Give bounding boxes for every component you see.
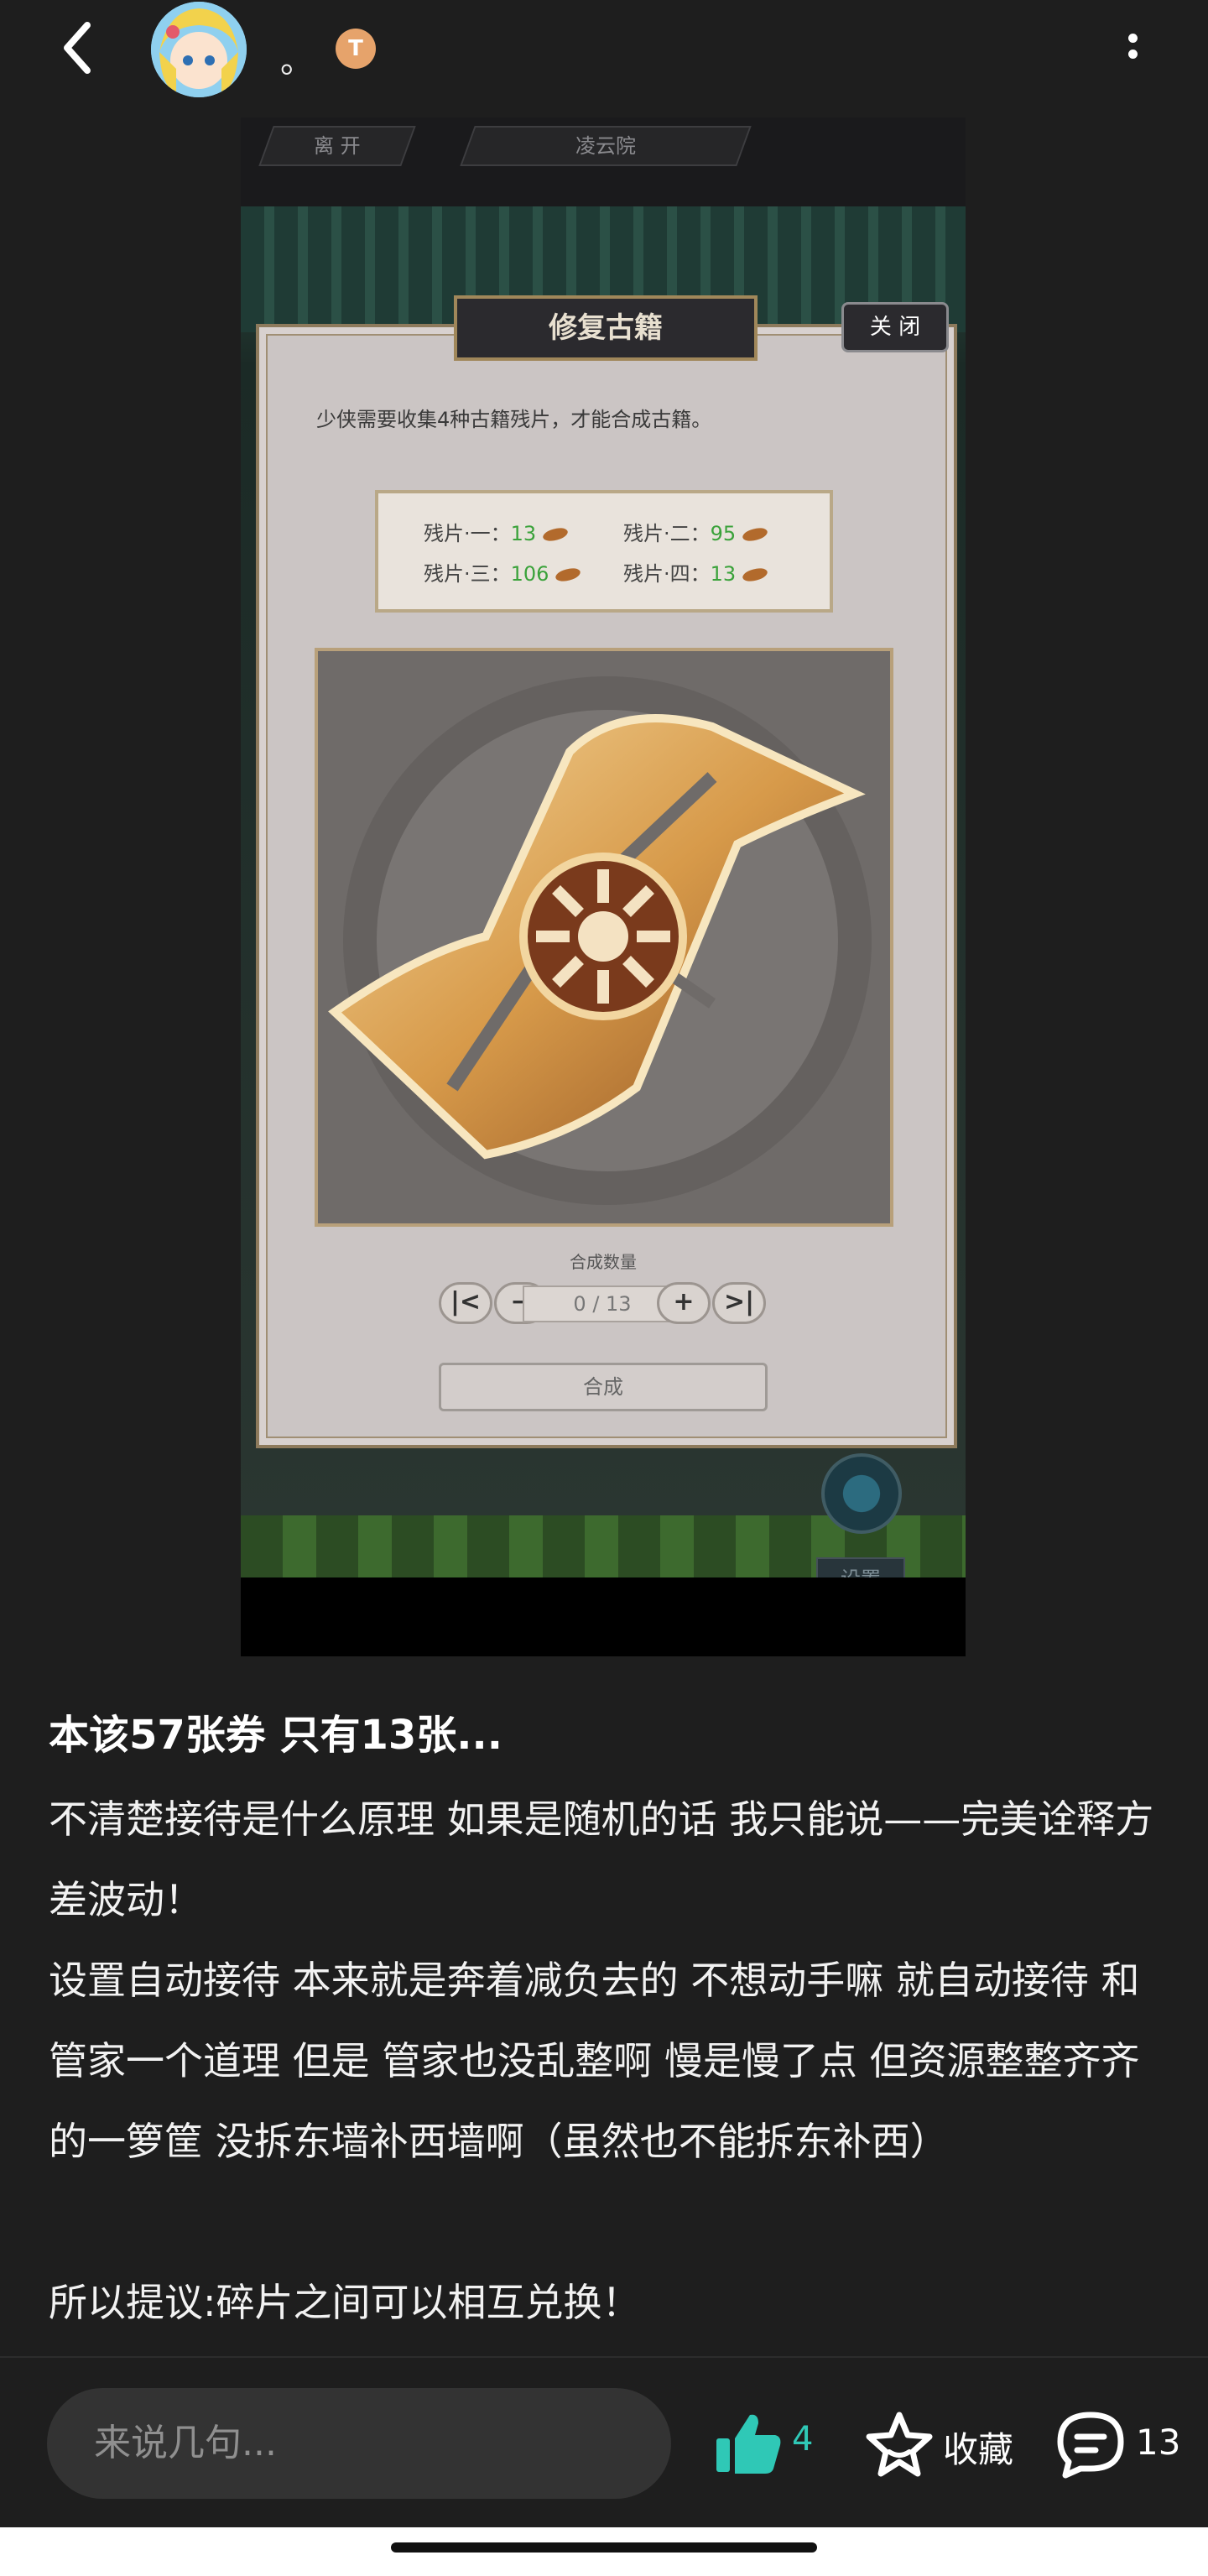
more-button[interactable]: [1116, 29, 1149, 79]
fragment-item: 残片·二：95: [623, 517, 769, 546]
avatar[interactable]: [151, 2, 247, 97]
fragment-item: 残片·四：13: [623, 557, 769, 587]
divider: [0, 2356, 1208, 2358]
back-icon: [64, 22, 91, 74]
game-min-button: |<: [439, 1282, 492, 1324]
like-button[interactable]: 4: [713, 2408, 822, 2479]
game-plus-button: +: [657, 1282, 711, 1324]
post-title: 本该57张券 只有13张...: [49, 1712, 503, 1759]
post-image[interactable]: 离 开 凌云院 修复古籍 关 闭 少侠需要收集4种古籍残片，才能合成古籍。 残片…: [241, 117, 966, 1656]
comment-count: 13: [1136, 2422, 1181, 2463]
like-count: 4: [792, 2420, 814, 2459]
fragment-icon: [741, 565, 769, 585]
panel-title: 修复古籍: [454, 295, 758, 361]
fragment-item: 残片·一：13: [424, 517, 570, 546]
username: 。: [280, 42, 314, 81]
comment-button[interactable]: 13: [1055, 2408, 1198, 2479]
fragment-icon: [554, 565, 582, 585]
fragment-item: 残片·三：106: [424, 557, 582, 587]
post-paragraph: 不清楚接待是什么原理 如果是随机的话 我只能说——完美诠释方差波动！: [49, 1796, 1154, 1922]
back-button[interactable]: [50, 18, 109, 77]
post-paragraph: 设置自动接待 本来就是奔着减负去的 不想动手嘛 就自动接待 和管家一个道理 但是…: [49, 1958, 1140, 2164]
fragment-icon: [741, 524, 769, 545]
system-nav-bar: [0, 2527, 1208, 2576]
game-craft-button: 合成: [439, 1363, 768, 1411]
game-tab-location: 凌云院: [460, 126, 752, 166]
fragment-icon: [541, 524, 570, 545]
favorite-button[interactable]: 收藏: [864, 2408, 1023, 2479]
yinyang-icon: [821, 1453, 902, 1534]
favorite-label: 收藏: [943, 2429, 1014, 2470]
panel-intro: 少侠需要收集4种古籍残片，才能合成古籍。: [316, 408, 712, 431]
post-paragraph: 所以提议:碎片之间可以相互兑换！: [49, 2280, 641, 2325]
ancient-book-artwork: [315, 648, 893, 1227]
game-close-button: 关 闭: [841, 302, 949, 352]
top-bar: 。 T: [0, 0, 1208, 101]
user-badge: T: [336, 29, 376, 69]
more-icon: [1116, 34, 1149, 59]
game-max-button: >|: [712, 1282, 766, 1324]
quantity-label: 合成数量: [570, 1252, 637, 1272]
post-detail-page: 。 T 离 开 凌云院 修复古籍 关 闭 少侠需要收集4种古籍残片，才能合成古籍…: [0, 0, 1208, 2576]
star-icon: [866, 2412, 933, 2477]
home-indicator[interactable]: [391, 2542, 817, 2553]
game-top-bar: 离 开 凌云院: [241, 117, 966, 206]
comment-input[interactable]: 来说几句...: [47, 2388, 671, 2499]
fragment-counts: 残片·一：13 残片·二：95 残片·三：106 残片·四：13: [375, 490, 833, 613]
thumbs-up-icon: [716, 2414, 781, 2474]
comment-icon: [1057, 2412, 1124, 2479]
game-tab-leave: 离 开: [258, 126, 416, 166]
